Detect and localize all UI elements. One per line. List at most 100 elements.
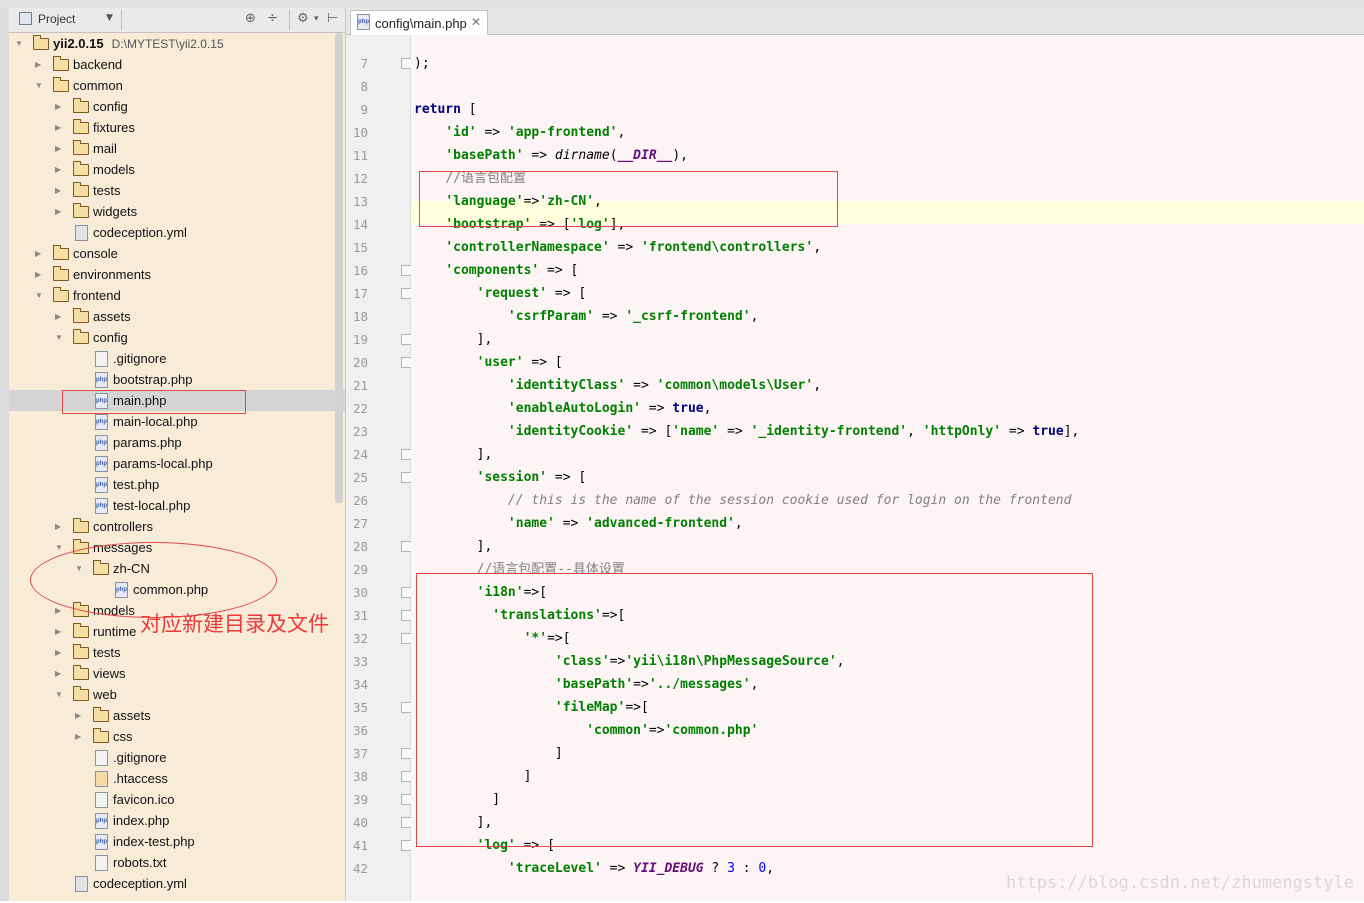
tree-item[interactable]: ▶ mail bbox=[9, 138, 345, 159]
tree-item[interactable]: codeception.yml bbox=[9, 222, 345, 243]
tree-item-name: assets bbox=[113, 708, 151, 723]
tree-item[interactable]: php index.php bbox=[9, 810, 345, 831]
tree-item[interactable]: ▶ console bbox=[9, 243, 345, 264]
expanded-arrow-icon[interactable]: ▼ bbox=[55, 684, 63, 705]
collapsed-arrow-icon[interactable]: ▶ bbox=[55, 306, 61, 327]
collapsed-arrow-icon[interactable]: ▶ bbox=[55, 600, 61, 621]
tree-item[interactable]: .gitignore bbox=[9, 747, 345, 768]
collapsed-arrow-icon[interactable]: ▶ bbox=[55, 516, 61, 537]
tree-item[interactable]: ▶ views bbox=[9, 663, 345, 684]
tree-item[interactable]: .htaccess bbox=[9, 768, 345, 789]
expanded-arrow-icon[interactable]: ▼ bbox=[15, 33, 23, 54]
tab-config-main-php[interactable]: php config\main.php ✕ bbox=[350, 10, 488, 35]
collapsed-arrow-icon[interactable]: ▶ bbox=[75, 705, 81, 726]
tree-item[interactable]: ▶ backend bbox=[9, 54, 345, 75]
tree-item-label: frontend bbox=[73, 285, 121, 306]
collapsed-arrow-icon[interactable]: ▶ bbox=[75, 726, 81, 747]
tree-item[interactable]: ▶ assets bbox=[9, 306, 345, 327]
collapsed-arrow-icon[interactable]: ▶ bbox=[55, 159, 61, 180]
tree-item[interactable]: php params.php bbox=[9, 432, 345, 453]
expanded-arrow-icon[interactable]: ▼ bbox=[35, 75, 43, 96]
tree-item[interactable]: ▶ assets bbox=[9, 705, 345, 726]
collapsed-arrow-icon[interactable]: ▶ bbox=[55, 180, 61, 201]
project-tree-scrollbar[interactable] bbox=[335, 33, 343, 503]
tree-item[interactable]: php bootstrap.php bbox=[9, 369, 345, 390]
tree-item-name: runtime bbox=[93, 624, 137, 639]
tree-item[interactable]: php main-local.php bbox=[9, 411, 345, 432]
tree-item[interactable]: ▶ config bbox=[9, 96, 345, 117]
tree-item[interactable]: ▶ widgets bbox=[9, 201, 345, 222]
folder-icon bbox=[93, 728, 109, 743]
tree-item[interactable]: favicon.ico bbox=[9, 789, 345, 810]
expanded-arrow-icon[interactable]: ▼ bbox=[55, 537, 63, 558]
tree-item[interactable]: php test.php bbox=[9, 474, 345, 495]
tree-item[interactable]: ▶ fixtures bbox=[9, 117, 345, 138]
tree-item[interactable]: php params-local.php bbox=[9, 453, 345, 474]
tree-item-name: widgets bbox=[93, 204, 138, 219]
favorites-tool-tab[interactable] bbox=[0, 858, 9, 903]
tree-item[interactable]: codeception.yml bbox=[9, 873, 345, 894]
tree-item[interactable]: ▶ tests bbox=[9, 180, 345, 201]
project-tool-tab[interactable] bbox=[0, 22, 9, 72]
tree-item[interactable]: robots.txt bbox=[9, 852, 345, 873]
gear-icon[interactable]: ⚙ bbox=[297, 11, 309, 26]
folder-icon bbox=[73, 161, 89, 176]
tree-item[interactable]: ▼ zh-CN bbox=[9, 558, 345, 579]
scroll-from-source-icon[interactable]: ⊕ bbox=[245, 11, 256, 26]
tree-item-name: bootstrap.php bbox=[113, 372, 193, 387]
expanded-arrow-icon[interactable]: ▼ bbox=[55, 327, 63, 348]
collapsed-arrow-icon[interactable]: ▶ bbox=[55, 138, 61, 159]
project-panel-title: Project bbox=[38, 12, 76, 26]
code-line: 'session' => [ bbox=[476, 470, 587, 485]
tree-item-name: mail bbox=[93, 141, 117, 156]
folder-icon bbox=[73, 203, 89, 218]
tree-item[interactable]: ▼ config bbox=[9, 327, 345, 348]
tree-item[interactable]: ▶ tests bbox=[9, 642, 345, 663]
tree-item[interactable]: ▶ environments bbox=[9, 264, 345, 285]
tree-item-name: tests bbox=[93, 183, 121, 198]
tree-item[interactable]: ▼ yii2.0.15 D:\MYTEST\yii2.0.15 bbox=[9, 33, 345, 54]
tree-item[interactable]: php index-test.php bbox=[9, 831, 345, 852]
tree-item[interactable]: .gitignore bbox=[9, 348, 345, 369]
tree-item-label: robots.txt bbox=[113, 852, 166, 873]
folder-icon bbox=[93, 560, 109, 575]
collapsed-arrow-icon[interactable]: ▶ bbox=[35, 243, 41, 264]
hide-panel-icon[interactable]: ⊢ bbox=[327, 11, 338, 26]
tree-item[interactable]: php common.php bbox=[9, 579, 345, 600]
php-file-icon: php bbox=[95, 393, 108, 409]
collapsed-arrow-icon[interactable]: ▶ bbox=[55, 201, 61, 222]
code-editor[interactable]: ); return [ 'id' => 'app-frontend', 'base… bbox=[411, 35, 1364, 901]
tree-item[interactable]: ▼ common bbox=[9, 75, 345, 96]
tree-item[interactable]: ▶ models bbox=[9, 159, 345, 180]
tree-item-label: config bbox=[93, 96, 128, 117]
tree-item[interactable]: php test-local.php bbox=[9, 495, 345, 516]
tree-item-name: backend bbox=[73, 57, 123, 72]
close-icon[interactable]: ✕ bbox=[471, 15, 481, 29]
collapsed-arrow-icon[interactable]: ▶ bbox=[35, 54, 41, 75]
tree-item[interactable]: ▶ controllers bbox=[9, 516, 345, 537]
collapsed-arrow-icon[interactable]: ▶ bbox=[55, 117, 61, 138]
tree-item-name: index.php bbox=[113, 813, 170, 828]
expanded-arrow-icon[interactable]: ▼ bbox=[75, 558, 83, 579]
tree-item-label: codeception.yml bbox=[93, 222, 187, 243]
collapsed-arrow-icon[interactable]: ▶ bbox=[55, 642, 61, 663]
project-view-selector[interactable]: Project bbox=[19, 12, 75, 26]
structure-tool-tab[interactable] bbox=[0, 118, 9, 188]
tree-item[interactable]: ▶ css bbox=[9, 726, 345, 747]
chevron-down-icon[interactable]: ▼ bbox=[106, 13, 113, 23]
code-line: 'controllerNamespace' => 'frontend\contr… bbox=[445, 240, 822, 255]
tree-item[interactable]: ▼ frontend bbox=[9, 285, 345, 306]
tree-item[interactable]: ▼ messages bbox=[9, 537, 345, 558]
collapse-all-icon[interactable]: ÷ bbox=[267, 11, 278, 26]
tree-item[interactable]: php main.php bbox=[9, 390, 345, 411]
tree-item-name: controllers bbox=[93, 519, 153, 534]
expanded-arrow-icon[interactable]: ▼ bbox=[35, 285, 43, 306]
collapsed-arrow-icon[interactable]: ▶ bbox=[35, 264, 41, 285]
collapsed-arrow-icon[interactable]: ▶ bbox=[55, 621, 61, 642]
collapsed-arrow-icon[interactable]: ▶ bbox=[55, 663, 61, 684]
code-line: 'basePath' => dirname(__DIR__), bbox=[445, 148, 688, 163]
gear-dropdown-icon[interactable]: ▾ bbox=[314, 14, 319, 24]
tree-item[interactable]: ▼ web bbox=[9, 684, 345, 705]
tree-item-label: console bbox=[73, 243, 118, 264]
collapsed-arrow-icon[interactable]: ▶ bbox=[55, 96, 61, 117]
